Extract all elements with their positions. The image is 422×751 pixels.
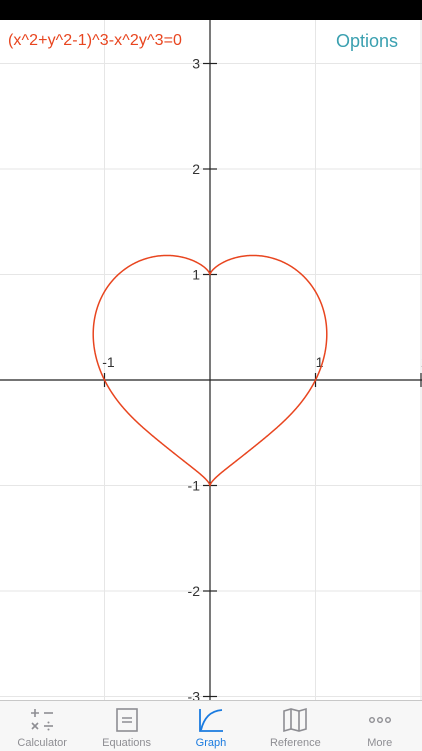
options-button[interactable]: Options xyxy=(336,31,398,52)
header: (x^2+y^2-1)^3-x^2y^3=0 Options xyxy=(0,20,422,62)
y-tick-label: -1 xyxy=(188,478,201,494)
y-tick-label: 1 xyxy=(192,267,200,283)
y-tick-label: -2 xyxy=(188,583,201,599)
tab-equations[interactable]: Equations xyxy=(85,701,169,751)
tab-bar: Calculator Equations Graph Reference Mor… xyxy=(0,700,422,751)
tab-more-label: More xyxy=(367,737,393,749)
tab-calculator-label: Calculator xyxy=(17,737,67,749)
tab-more[interactable]: More xyxy=(338,701,422,751)
graph-svg[interactable]: -112321-1-2-3 xyxy=(0,20,422,700)
equation-label[interactable]: (x^2+y^2-1)^3-x^2y^3=0 xyxy=(8,32,182,50)
tab-graph-label: Graph xyxy=(195,737,227,749)
tab-calculator[interactable]: Calculator xyxy=(0,701,84,751)
graph-canvas[interactable]: -112321-1-2-3 xyxy=(0,20,422,700)
status-bar xyxy=(0,0,422,20)
tab-reference[interactable]: Reference xyxy=(253,701,337,751)
y-tick-label: -3 xyxy=(188,689,201,701)
x-tick-label: -1 xyxy=(102,354,115,370)
more-icon xyxy=(365,705,395,735)
tab-reference-label: Reference xyxy=(269,737,321,749)
tab-graph[interactable]: Graph xyxy=(169,701,253,751)
calculator-icon xyxy=(27,705,57,735)
tab-equations-label: Equations xyxy=(102,737,152,749)
graph-icon xyxy=(196,705,226,735)
book-icon xyxy=(280,705,310,735)
y-tick-label: 2 xyxy=(192,161,200,177)
equations-icon xyxy=(112,705,142,735)
